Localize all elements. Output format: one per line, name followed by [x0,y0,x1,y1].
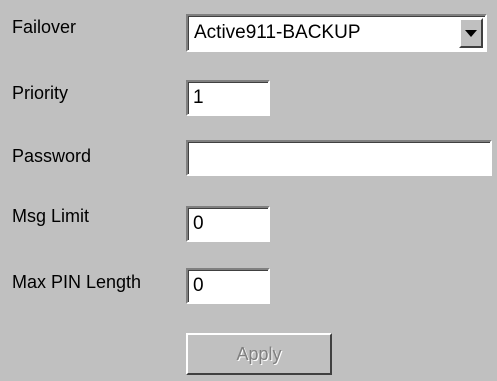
failover-selected-value: Active911-BACKUP [194,22,361,43]
priority-value: 1 [193,87,204,108]
max-pin-length-label: Max PIN Length [12,272,142,292]
apply-button[interactable]: Apply [186,333,332,375]
priority-field[interactable]: 1 [186,80,270,116]
priority-label: Priority [12,83,69,103]
password-label: Password [12,146,92,166]
msg-limit-value: 0 [193,213,204,234]
failover-label: Failover [12,17,77,37]
failover-select[interactable]: Active911-BACKUP [186,14,487,52]
msg-limit-label: Msg Limit [12,206,90,226]
max-pin-length-field[interactable]: 0 [186,268,270,304]
apply-button-label: Apply [236,344,282,364]
msg-limit-field[interactable]: 0 [186,206,270,242]
password-field[interactable] [186,140,492,176]
chevron-down-icon [465,30,477,37]
max-pin-length-value: 0 [193,275,204,296]
failover-dropdown-button[interactable] [459,18,483,48]
